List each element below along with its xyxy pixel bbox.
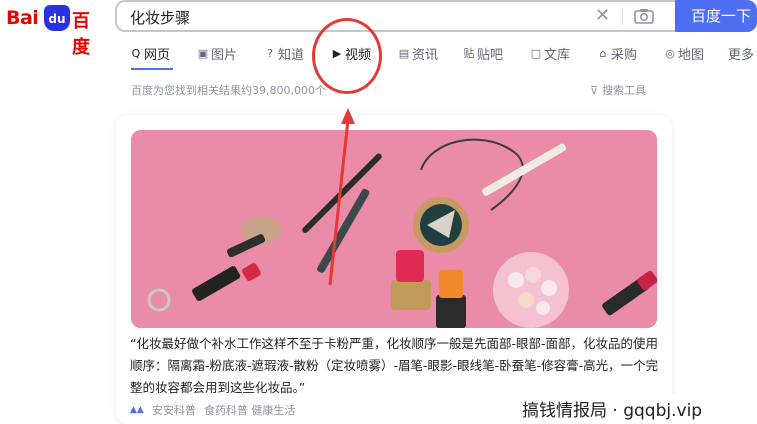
search-tools-button[interactable]: ⊽ 搜索工具	[590, 82, 646, 98]
tab-label: 资讯	[412, 48, 439, 63]
logo-text-baidu: 百度	[72, 11, 90, 58]
logo-text-bai: Bai	[6, 7, 39, 29]
tab-wenku[interactable]: □ 文库	[530, 44, 570, 63]
active-tab-indicator	[131, 68, 173, 70]
search-icon: Q	[131, 46, 141, 60]
tab-zhidao[interactable]: ? 知道	[264, 44, 304, 63]
document-icon: □	[530, 46, 542, 60]
clear-icon[interactable]: ✕	[595, 6, 610, 26]
cosmetics-illustration	[131, 130, 657, 328]
question-icon: ?	[267, 46, 273, 60]
tab-label: 地图	[678, 48, 705, 63]
result-source: ▲▲ 安安科普 食药科普 健康生活	[130, 402, 295, 418]
news-icon: ▤	[398, 46, 410, 60]
tab-tieba[interactable]: 贴 贴吧	[463, 44, 504, 63]
filter-icon: ⊽	[590, 83, 599, 97]
search-tabs: Q 网页 ▣ 图片 ? 知道 ▶ 视频 ▤ 资讯 贴 贴吧 □ 文库 ⌂ 采购 …	[130, 44, 757, 64]
tab-label: 文库	[544, 48, 571, 63]
search-tools-label: 搜索工具	[602, 84, 647, 97]
tab-label: 更多	[728, 48, 755, 63]
map-icon: ◎	[665, 46, 675, 60]
tab-images[interactable]: ▣ 图片	[197, 44, 237, 63]
tab-web[interactable]: Q 网页	[130, 44, 170, 63]
image-icon: ▣	[197, 46, 209, 60]
tab-more[interactable]: 更多	[728, 44, 754, 63]
annotation-circle	[312, 18, 382, 94]
tab-map[interactable]: ◎ 地图	[664, 44, 704, 63]
search-divider	[622, 9, 623, 25]
tab-label: 采购	[611, 48, 638, 63]
result-stats: 百度为您找到相关结果约39,800,000个	[131, 84, 326, 97]
search-box[interactable]: 化妆步骤 ✕	[115, 0, 675, 32]
tab-label: 图片	[211, 48, 238, 63]
watermark: 搞钱情报局 · gqqbj.vip	[516, 394, 709, 423]
tab-news[interactable]: ▤ 资讯	[398, 44, 438, 63]
tieba-icon: 贴	[463, 46, 475, 60]
tab-purchase[interactable]: ⌂ 采购	[597, 44, 638, 63]
cosmetics-image[interactable]	[131, 130, 657, 328]
source-name[interactable]: 安安科普	[152, 402, 196, 418]
result-snippet: “化妆最好做个补水工作这样不至于卡粉严重，化妆顺序一般是先面部-眼部-面部，化妆…	[130, 336, 659, 395]
baidu-logo[interactable]: Bai du 百度	[6, 4, 106, 58]
camera-icon[interactable]	[634, 8, 654, 24]
tab-label: 贴吧	[477, 48, 504, 63]
search-input[interactable]: 化妆步骤	[130, 7, 190, 28]
paw-icon: du	[44, 5, 70, 31]
tab-label: 知道	[278, 48, 305, 63]
source-icon: ▲▲	[130, 405, 144, 415]
tab-label: 网页	[144, 48, 171, 63]
source-tags: 食药科普 健康生活	[203, 404, 296, 417]
shop-icon: ⌂	[599, 46, 607, 60]
search-button[interactable]: 百度一下	[675, 0, 757, 32]
